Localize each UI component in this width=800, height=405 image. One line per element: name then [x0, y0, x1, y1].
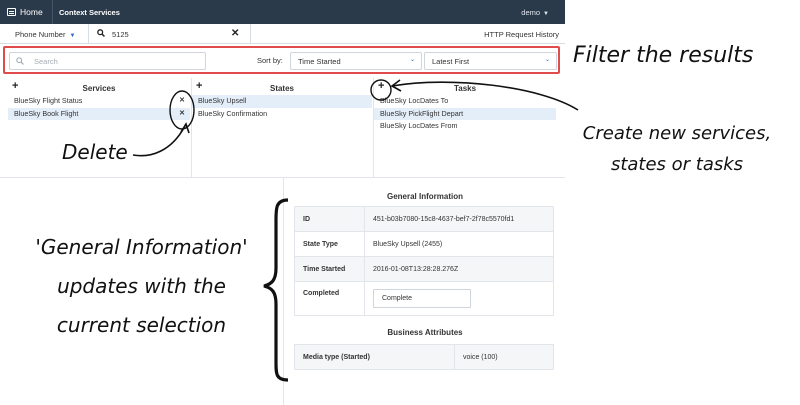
tasks-column: + Tasks BlueSky LocDates To BlueSky Pick…: [373, 78, 556, 178]
annotation-delete: Delete: [62, 140, 128, 164]
annotation-create: Create new services, states or tasks: [562, 118, 792, 180]
field-value: 451-b03b7080-15c8-4637-bef7-2f78c5570fd1: [364, 206, 554, 232]
service-label: BlueSky Book Flight: [14, 108, 79, 118]
module-title[interactable]: Context Services: [59, 8, 120, 17]
service-item[interactable]: BlueSky Book Flight ✕: [8, 107, 190, 121]
http-request-history-link[interactable]: HTTP Request History: [484, 30, 559, 39]
details-panel: General Information ID 451-b03b7080-15c8…: [283, 178, 565, 405]
field-value: 2016-01-08T13:28:28.276Z: [364, 256, 554, 282]
field-value: voice (100): [454, 344, 554, 370]
sort-field-value: Time Started: [298, 57, 341, 66]
field-value-cell: Complete: [364, 281, 554, 316]
annotation-general-info: 'General Information' updates with the c…: [14, 228, 269, 345]
service-item[interactable]: BlueSky Flight Status ✕: [8, 95, 190, 108]
field-label: Completed: [294, 281, 365, 316]
general-information-table: ID 451-b03b7080-15c8-4637-bef7-2f78c5570…: [294, 206, 554, 316]
search-type-dropdown[interactable]: Phone Number ▼: [15, 30, 75, 39]
topbar-divider: [52, 0, 53, 24]
business-attributes-table: Media type (Started) voice (100): [294, 344, 554, 370]
annotation-line: current selection: [56, 313, 227, 337]
table-row: State Type BlueSky Upsell (2455): [294, 231, 554, 257]
states-column: + States BlueSky Upsell BlueSky Confirma…: [191, 78, 372, 178]
service-label: BlueSky Flight Status: [14, 96, 83, 105]
delete-icon[interactable]: ✕: [179, 108, 185, 121]
sort-order-value: Latest First: [432, 57, 470, 66]
chevron-down-icon: ▼: [543, 11, 549, 17]
task-label: BlueSky LocDates To: [380, 96, 449, 105]
field-value: BlueSky Upsell (2455): [364, 231, 554, 257]
table-row: Time Started 2016-01-08T13:28:28.276Z: [294, 256, 554, 282]
business-attributes-title: Business Attributes: [387, 328, 463, 337]
sort-field-select[interactable]: Time Started ⌄: [290, 52, 422, 70]
clear-search-icon[interactable]: ✕: [231, 28, 239, 39]
chevron-down-icon: ▼: [69, 33, 76, 39]
search-placeholder: Search: [34, 57, 58, 66]
search-icon: [97, 29, 105, 37]
delete-icon[interactable]: ✕: [179, 95, 185, 108]
state-item[interactable]: BlueSky Confirmation: [192, 108, 372, 121]
user-name: demo: [521, 8, 541, 17]
filter-search-input[interactable]: Search: [9, 52, 206, 70]
services-title: Services: [82, 84, 116, 93]
field-label: Media type (Started): [294, 344, 455, 370]
tasks-title: Tasks: [453, 84, 477, 93]
annotation-line: states or tasks: [610, 154, 744, 175]
states-header: + States: [192, 78, 372, 95]
state-label: BlueSky Upsell: [198, 96, 247, 105]
task-label: BlueSky PickFlight Depart: [380, 108, 464, 118]
tasks-header: + Tasks: [374, 78, 556, 95]
customer-search-input[interactable]: 5125: [112, 30, 129, 39]
divider: [88, 24, 89, 44]
annotation-line: Create new services,: [582, 123, 772, 144]
field-label: ID: [294, 206, 365, 232]
state-label: BlueSky Confirmation: [198, 108, 268, 118]
home-link[interactable]: Home: [7, 7, 43, 17]
field-label: Time Started: [294, 256, 365, 282]
states-title: States: [269, 84, 294, 93]
chevron-down-icon: ⌄: [409, 57, 415, 63]
search-icon: [16, 57, 24, 65]
customer-search-row: Phone Number ▼ 5125 ✕ HTTP Request Histor…: [0, 24, 565, 44]
sort-by-label: Sort by:: [257, 56, 283, 65]
general-information-title: General Information: [386, 192, 463, 201]
services-header: + Services: [8, 78, 190, 95]
table-row: Completed Complete: [294, 281, 554, 316]
user-menu[interactable]: demo ▼: [521, 8, 549, 17]
table-row: ID 451-b03b7080-15c8-4637-bef7-2f78c5570…: [294, 206, 554, 232]
divider: [250, 24, 251, 44]
task-item[interactable]: BlueSky LocDates To: [374, 95, 556, 108]
annotation-line: 'General Information': [35, 235, 248, 259]
home-icon: [7, 8, 16, 16]
completed-field[interactable]: Complete: [373, 289, 471, 308]
search-type-label: Phone Number: [15, 30, 66, 39]
table-row: Media type (Started) voice (100): [294, 344, 554, 370]
sort-order-select[interactable]: Latest First ⌄: [424, 52, 557, 70]
home-label: Home: [20, 7, 43, 17]
annotation-filter: Filter the results: [573, 43, 754, 68]
top-navigation-bar: Home Context Services demo ▼: [0, 0, 565, 24]
task-item[interactable]: BlueSky PickFlight Depart: [374, 107, 556, 120]
filter-bar: Search Sort by: Time Started ⌄ Latest Fi…: [3, 46, 560, 74]
field-label: State Type: [294, 231, 365, 257]
annotation-line: updates with the: [57, 274, 226, 298]
chevron-down-icon: ⌄: [544, 57, 550, 63]
task-item[interactable]: BlueSky LocDates From: [374, 120, 556, 133]
state-item[interactable]: BlueSky Upsell: [192, 95, 372, 108]
task-label: BlueSky LocDates From: [380, 121, 458, 130]
